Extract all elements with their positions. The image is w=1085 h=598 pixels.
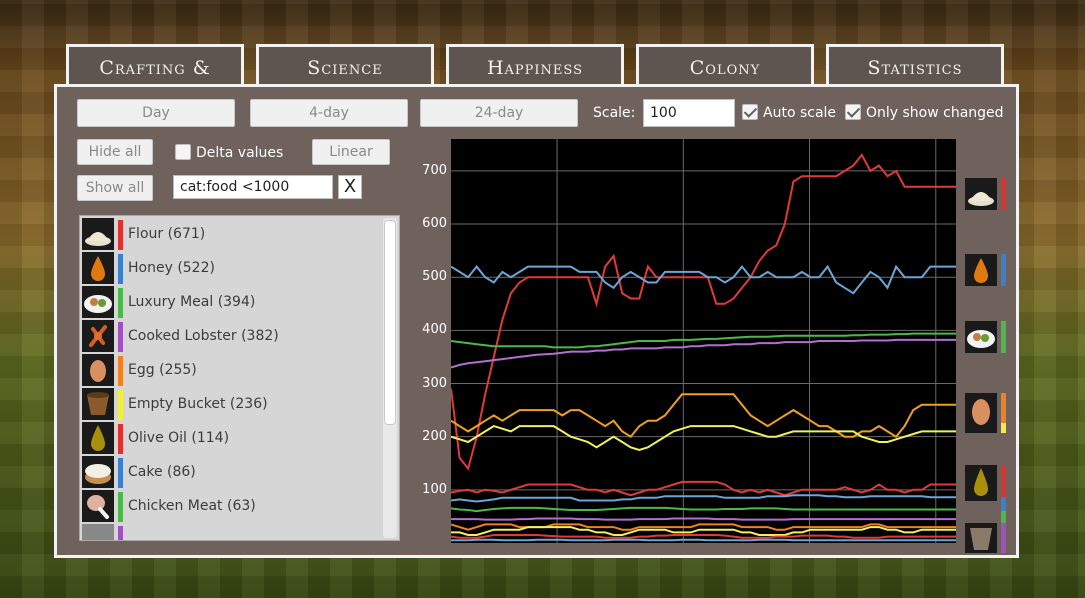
- list-item[interactable]: Cooked Lobster (382): [82, 320, 382, 352]
- color-swatch: [118, 356, 123, 386]
- legend-swatch: [1001, 511, 1006, 523]
- linear-button[interactable]: Linear: [312, 139, 390, 165]
- legend-swatch: [1001, 423, 1006, 433]
- item-name: Luxury Meal (394): [128, 294, 256, 310]
- scale-input[interactable]: [643, 99, 735, 127]
- series-line-12: [451, 534, 956, 539]
- list-item[interactable]: Cake (86): [82, 456, 382, 488]
- auto-scale-checkbox[interactable]: [742, 104, 758, 120]
- luxury-meal-icon: [965, 321, 997, 353]
- color-swatch: [118, 424, 123, 454]
- color-swatch: [118, 322, 123, 352]
- flour-icon: [82, 218, 114, 250]
- cake-icon: [82, 456, 114, 488]
- series-line-6: [451, 480, 956, 497]
- series-line-11: [451, 526, 956, 536]
- y-tick-label: 200: [422, 428, 447, 444]
- olive-oil-icon: [965, 465, 997, 501]
- series-line-8: [451, 506, 956, 513]
- range-24day-button[interactable]: 24-day: [420, 99, 578, 127]
- item-name: Flour (671): [128, 226, 206, 242]
- y-tick-label: 100: [422, 481, 447, 497]
- color-swatch: [118, 254, 123, 284]
- series-line-0: [451, 153, 956, 471]
- legend-swatch: [1001, 465, 1006, 497]
- tab-colony[interactable]: Colony: [636, 44, 814, 84]
- legend-swatch: [1001, 393, 1006, 423]
- list-item[interactable]: [82, 524, 382, 540]
- color-swatch: [118, 458, 123, 488]
- color-swatch: [118, 288, 123, 318]
- delta-values-label: Delta values: [196, 145, 284, 161]
- item-name: Olive Oil (114): [128, 430, 230, 446]
- item-name: Honey (522): [128, 260, 215, 276]
- hide-all-button[interactable]: Hide all: [77, 139, 153, 165]
- legend-swatch: [1001, 321, 1006, 353]
- line-chart: [451, 139, 956, 543]
- tab-crafting-stockpile[interactable]: Crafting & Stockpile: [66, 44, 244, 121]
- clear-filter-button[interactable]: X: [338, 175, 362, 199]
- bucket-icon: [965, 523, 997, 553]
- range-day-button[interactable]: Day: [77, 99, 235, 127]
- tab-statistics[interactable]: Statistics: [826, 44, 1004, 84]
- item-list[interactable]: Flour (671) Honey (522) Luxury Meal (394…: [79, 215, 400, 541]
- lobster-icon: [82, 320, 114, 352]
- list-item[interactable]: Olive Oil (114): [82, 422, 382, 454]
- item-name: Empty Bucket (236): [128, 396, 268, 412]
- series-line-3: [451, 338, 956, 369]
- cut-off-item-icon: [82, 524, 114, 540]
- y-tick-label: 300: [422, 375, 447, 391]
- y-tick-label: 500: [422, 269, 447, 285]
- only-show-changed-label: Only show changed: [866, 105, 1004, 121]
- item-name: Cooked Lobster (382): [128, 328, 279, 344]
- show-all-button[interactable]: Show all: [77, 175, 153, 201]
- tab-happiness[interactable]: Happiness: [446, 44, 624, 84]
- chicken-meat-icon: [82, 490, 114, 522]
- series-line-4: [451, 393, 956, 439]
- series-line-9: [451, 517, 956, 521]
- y-tick-label: 400: [422, 322, 447, 338]
- filter-input[interactable]: [173, 175, 333, 199]
- y-tick-label: 600: [422, 216, 447, 232]
- flour-icon: [965, 178, 997, 210]
- range-4day-button[interactable]: 4-day: [250, 99, 408, 127]
- honey-icon: [965, 254, 997, 286]
- list-item[interactable]: Flour (671): [82, 218, 382, 250]
- list-item[interactable]: Luxury Meal (394): [82, 286, 382, 318]
- y-tick-label: 700: [422, 162, 447, 178]
- series-line-5: [451, 425, 956, 452]
- delta-values-checkbox[interactable]: [175, 144, 191, 160]
- honey-icon: [82, 252, 114, 284]
- item-name: Egg (255): [128, 362, 197, 378]
- list-item[interactable]: Chicken Meat (63): [82, 490, 382, 522]
- color-swatch: [118, 492, 123, 522]
- series-line-13: [451, 538, 956, 542]
- scale-label: Scale:: [593, 105, 636, 121]
- bucket-icon: [82, 388, 114, 420]
- list-item[interactable]: Empty Bucket (236): [82, 388, 382, 420]
- only-show-changed-checkbox[interactable]: [845, 104, 861, 120]
- color-swatch: [118, 390, 123, 420]
- auto-scale-label: Auto scale: [763, 105, 837, 121]
- color-swatch: [118, 526, 123, 540]
- item-name: Chicken Meat (63): [128, 498, 256, 514]
- item-name: Cake (86): [128, 464, 196, 480]
- legend-swatch: [1001, 254, 1006, 286]
- legend-swatch: [1001, 523, 1006, 553]
- color-swatch: [118, 220, 123, 250]
- tab-science[interactable]: Science: [256, 44, 434, 84]
- scrollbar-thumb[interactable]: [384, 220, 396, 425]
- legend-swatch: [1001, 178, 1006, 210]
- egg-icon: [965, 393, 997, 433]
- series-line-7: [451, 494, 956, 503]
- egg-icon: [82, 354, 114, 386]
- legend-swatch: [1001, 497, 1006, 511]
- list-scrollbar[interactable]: [383, 218, 397, 538]
- list-item[interactable]: Egg (255): [82, 354, 382, 386]
- luxury-meal-icon: [82, 286, 114, 318]
- list-item[interactable]: Honey (522): [82, 252, 382, 284]
- statistics-panel: Day 4-day 24-day Scale: Auto scale Only …: [54, 84, 1019, 558]
- olive-oil-icon: [82, 422, 114, 454]
- series-line-1: [451, 264, 956, 295]
